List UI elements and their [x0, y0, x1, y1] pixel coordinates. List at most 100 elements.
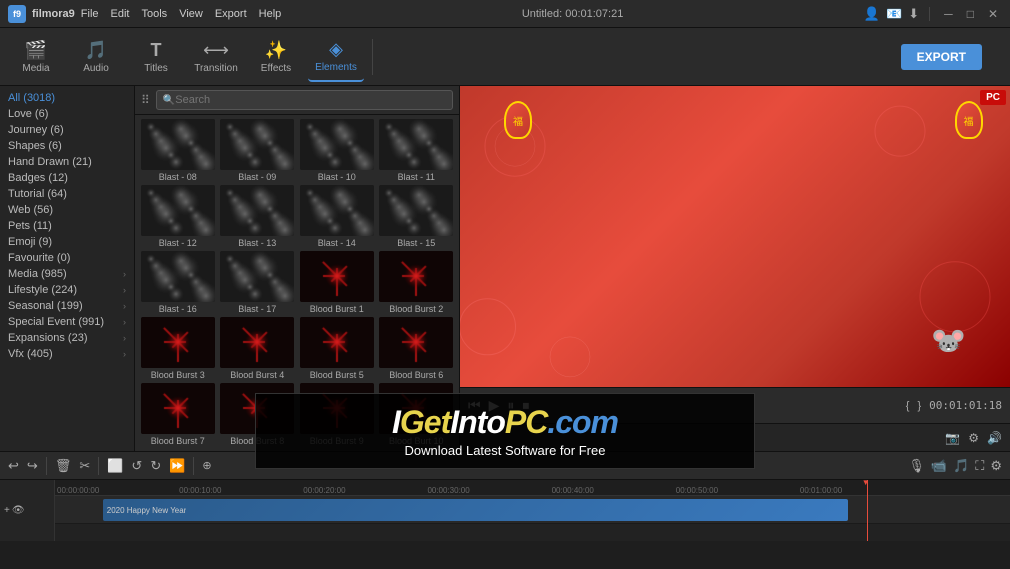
- download-icon[interactable]: ⬇: [908, 6, 919, 22]
- export-button[interactable]: EXPORT: [901, 44, 982, 70]
- out-point-button[interactable]: }: [917, 400, 921, 412]
- element-thumbnail: [379, 251, 453, 302]
- tab-audio[interactable]: 🎵 Audio: [68, 32, 124, 82]
- element-item[interactable]: Blood Burst 3: [139, 317, 217, 381]
- element-item[interactable]: Blast - 17: [219, 251, 297, 315]
- window-controls: 👤 📧 ⬇ ─ □ ✕: [864, 6, 1002, 22]
- playhead[interactable]: [867, 480, 868, 541]
- sidebar-item-love[interactable]: Love (6): [0, 106, 134, 122]
- audio-mix-icon[interactable]: 🔊: [987, 431, 1002, 445]
- skip-back-button[interactable]: ⏮: [468, 397, 481, 414]
- element-item[interactable]: Blast - 12: [139, 185, 217, 249]
- element-label: Blood Burst 9: [298, 434, 376, 447]
- element-label: Blood Burt 10: [378, 434, 456, 447]
- crop-button[interactable]: ⬜: [107, 458, 123, 474]
- mic-button[interactable]: 🎙: [908, 458, 925, 474]
- element-item[interactable]: Blast - 13: [219, 185, 297, 249]
- sidebar-item-seasonal[interactable]: Seasonal (199) ›: [0, 298, 134, 314]
- zoom-icon[interactable]: ⊕: [202, 459, 211, 472]
- search-input[interactable]: [175, 94, 446, 106]
- undo-button[interactable]: ↩: [8, 458, 19, 474]
- element-label: Blood Burst 5: [298, 368, 376, 381]
- element-item[interactable]: Blood Burt 10: [378, 383, 456, 447]
- element-item[interactable]: Blood Burst 5: [298, 317, 376, 381]
- sidebar-item-badges[interactable]: Badges (12): [0, 170, 134, 186]
- redo-button[interactable]: ↪: [27, 458, 38, 474]
- tab-effects[interactable]: ✨ Effects: [248, 32, 304, 82]
- sidebar-item-lifestyle[interactable]: Lifestyle (224) ›: [0, 282, 134, 298]
- maximize-button[interactable]: □: [963, 7, 978, 21]
- element-item[interactable]: Blood Burst 2: [378, 251, 456, 315]
- element-item[interactable]: Blast - 15: [378, 185, 456, 249]
- sidebar-item-journey[interactable]: Journey (6): [0, 122, 134, 138]
- timeline-tracks[interactable]: 00:00:00:00 00:00:10:00 00:00:20:00 00:0…: [55, 480, 1010, 541]
- in-point-button[interactable]: {: [906, 400, 910, 412]
- sidebar-item-media[interactable]: Media (985) ›: [0, 266, 134, 282]
- pattern-overlay: [460, 86, 1010, 387]
- sidebar-item-emoji[interactable]: Emoji (9): [0, 234, 134, 250]
- element-thumbnail: [141, 317, 215, 368]
- menu-help[interactable]: Help: [259, 8, 282, 20]
- eye-icon[interactable]: 👁: [12, 505, 25, 516]
- sidebar-item-expansions[interactable]: Expansions (23) ›: [0, 330, 134, 346]
- rotate-ccw-button[interactable]: ↺: [131, 458, 142, 474]
- element-item[interactable]: Blood Burst 1: [298, 251, 376, 315]
- tab-elements-label: Elements: [315, 62, 357, 73]
- sidebar-item-web[interactable]: Web (56): [0, 202, 134, 218]
- close-button[interactable]: ✕: [984, 7, 1002, 21]
- menu-file[interactable]: File: [81, 8, 99, 20]
- menu-edit[interactable]: Edit: [111, 8, 130, 20]
- delete-button[interactable]: 🗑: [55, 458, 72, 474]
- element-item[interactable]: Blood Burst 8: [219, 383, 297, 447]
- settings-icon[interactable]: ⚙: [968, 431, 979, 445]
- sidebar-item-tutorial[interactable]: Tutorial (64): [0, 186, 134, 202]
- tab-transition[interactable]: ⟷ Transition: [188, 32, 244, 82]
- menu-export[interactable]: Export: [215, 8, 247, 20]
- minimize-button[interactable]: ─: [940, 7, 957, 21]
- grid-view-icon[interactable]: ⠿: [141, 93, 150, 107]
- search-icon: 🔍: [163, 95, 175, 106]
- ruler-mark-60: 00:01:00:00: [800, 486, 842, 495]
- notification-icon[interactable]: 📧: [886, 6, 902, 22]
- settings-button[interactable]: ⚙: [990, 458, 1002, 474]
- sidebar-item-favourite[interactable]: Favourite (0): [0, 250, 134, 266]
- pause-button[interactable]: ⏸: [507, 397, 514, 414]
- account-icon[interactable]: 👤: [864, 6, 880, 22]
- clip-1[interactable]: 2020 Happy New Year: [103, 499, 848, 521]
- element-thumbnail: [300, 317, 374, 368]
- element-item[interactable]: Blast - 08: [139, 119, 217, 183]
- window-title: Untitled: 00:01:07:21: [522, 8, 624, 20]
- sidebar-item-pets[interactable]: Pets (11): [0, 218, 134, 234]
- element-item[interactable]: Blast - 14: [298, 185, 376, 249]
- track-controls: + 👁: [2, 503, 52, 518]
- sidebar-item-vfx[interactable]: Vfx (405) ›: [0, 346, 134, 362]
- element-item[interactable]: Blood Burst 6: [378, 317, 456, 381]
- sidebar-item-shapes[interactable]: Shapes (6): [0, 138, 134, 154]
- rotate-cw-button[interactable]: ↻: [150, 458, 161, 474]
- element-item[interactable]: Blood Burst 4: [219, 317, 297, 381]
- music-button[interactable]: 🎵: [953, 458, 969, 474]
- fullscreen-button[interactable]: ⛶: [975, 458, 984, 474]
- snapshot-icon[interactable]: 📷: [945, 431, 960, 445]
- tab-elements[interactable]: ◈ Elements: [308, 32, 364, 82]
- sidebar-item-special-event[interactable]: Special Event (991) ›: [0, 314, 134, 330]
- speed-button[interactable]: ⏩: [169, 458, 185, 474]
- element-item[interactable]: Blast - 11: [378, 119, 456, 183]
- cut-button[interactable]: ✂: [79, 458, 90, 474]
- element-item[interactable]: Blood Burst 9: [298, 383, 376, 447]
- element-item[interactable]: Blast - 16: [139, 251, 217, 315]
- element-item[interactable]: Blood Burst 7: [139, 383, 217, 447]
- sidebar-item-all[interactable]: All (3018): [0, 90, 134, 106]
- add-track-icon[interactable]: +: [4, 505, 10, 516]
- tab-titles[interactable]: T Titles: [128, 32, 184, 82]
- play-button[interactable]: ▶: [489, 397, 500, 414]
- menu-tools[interactable]: Tools: [142, 8, 168, 20]
- stop-button[interactable]: ⏹: [522, 397, 529, 414]
- camera-button[interactable]: 📹: [931, 458, 947, 474]
- element-item[interactable]: Blast - 10: [298, 119, 376, 183]
- menu-view[interactable]: View: [179, 8, 203, 20]
- element-item[interactable]: Blast - 09: [219, 119, 297, 183]
- sidebar-item-handdrawn[interactable]: Hand Drawn (21): [0, 154, 134, 170]
- audio-icon: 🎵: [85, 40, 107, 61]
- tab-media[interactable]: 🎬 Media: [8, 32, 64, 82]
